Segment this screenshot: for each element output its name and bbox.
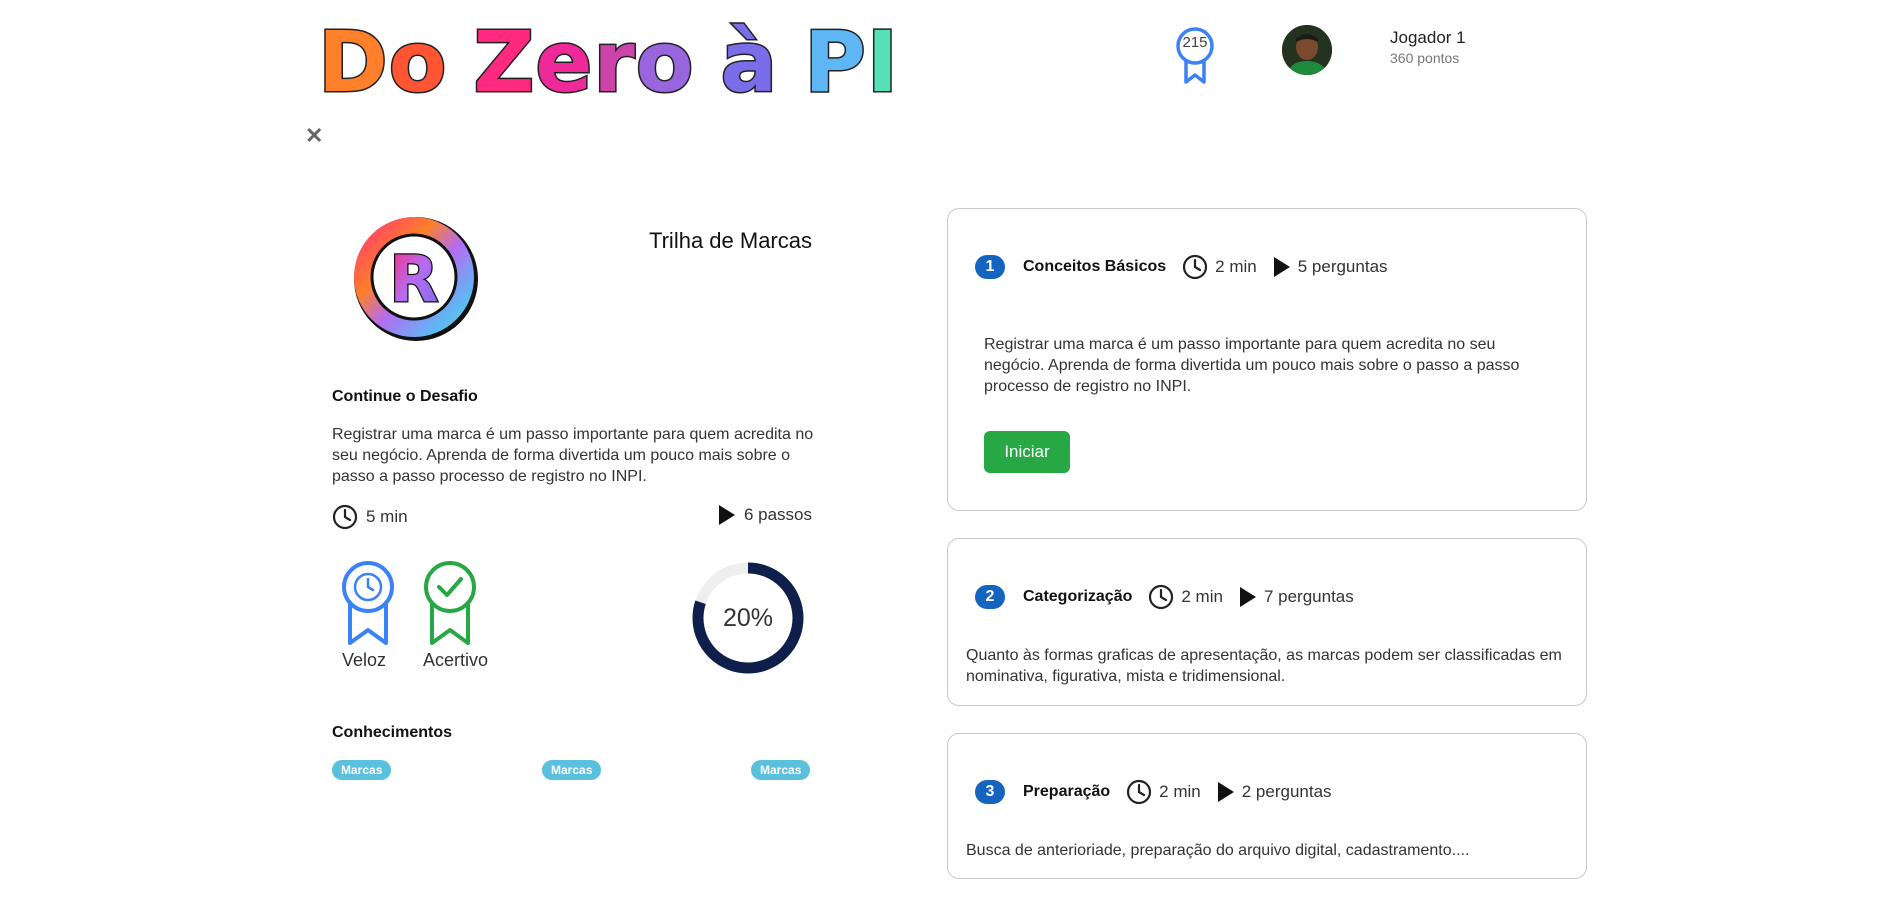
clock-icon xyxy=(332,504,358,530)
medal-acertivo[interactable] xyxy=(422,560,478,651)
close-icon[interactable]: ✕ xyxy=(305,125,323,147)
step-title: Conceitos Básicos xyxy=(1023,258,1167,275)
progress-label: 20% xyxy=(722,604,774,632)
step-questions-text: 2 perguntas xyxy=(1241,782,1332,801)
knowledge-tag[interactable]: Marcas xyxy=(542,760,602,780)
step-card-3[interactable]: 3 Preparação 2 min 2 perguntas Busca de … xyxy=(947,733,1587,879)
medal-veloz-label: Veloz xyxy=(342,650,387,670)
step-number-badge: 1 xyxy=(975,255,1005,279)
logo-letter: P xyxy=(803,13,868,111)
knowledge-heading: Conhecimentos xyxy=(332,724,453,741)
step-duration-text: 2 min xyxy=(1181,587,1223,606)
logo-letter: I xyxy=(865,13,900,111)
step-title: Categorização xyxy=(1023,588,1133,605)
clock-icon xyxy=(1149,584,1174,610)
step-questions-text: 7 perguntas xyxy=(1263,587,1354,606)
player-name[interactable]: Jogador 1 xyxy=(1390,28,1466,48)
logo-letter: o xyxy=(634,13,695,111)
step-duration-text: 2 min xyxy=(1159,782,1201,801)
step-duration-text: 2 min xyxy=(1215,257,1257,276)
step-number-badge: 2 xyxy=(975,585,1005,609)
badge-count: 215 xyxy=(1182,34,1208,51)
clock-icon xyxy=(1127,779,1152,805)
svg-text:R: R xyxy=(389,243,438,317)
step-description: Registrar uma marca é um passo important… xyxy=(984,336,1520,395)
trail-steps-text: 6 passos xyxy=(743,505,812,524)
step-questions: 7 perguntas xyxy=(1239,586,1354,608)
step-questions-text: 5 perguntas xyxy=(1297,257,1388,276)
check-medal-icon xyxy=(424,561,476,645)
logo-letter: r xyxy=(592,13,636,111)
step-duration: 2 min xyxy=(1126,779,1201,805)
step-number-badge: 3 xyxy=(975,780,1005,804)
step-questions: 2 perguntas xyxy=(1217,781,1332,803)
step-description: Quanto às formas graficas de apresentaçã… xyxy=(966,647,1562,685)
step-header: 1 Conceitos Básicos 2 min 5 perguntas xyxy=(975,253,1404,281)
trail-duration-text: 5 min xyxy=(366,507,408,526)
progress-ring: 20% xyxy=(690,560,806,676)
step-header: 2 Categorização 2 min 7 perguntas xyxy=(975,583,1370,611)
knowledge-tag[interactable]: Marcas xyxy=(751,760,811,780)
medal-acertivo-label: Acertivo xyxy=(423,650,489,670)
play-icon xyxy=(718,505,735,525)
trademark-logo: R xyxy=(348,208,484,350)
trail-duration: 5 min xyxy=(332,504,408,530)
step-title: Preparação xyxy=(1023,783,1111,800)
step-duration: 2 min xyxy=(1182,254,1257,280)
clock-icon xyxy=(1183,254,1208,280)
player-points: 360 pontos xyxy=(1390,50,1460,66)
logo-letter: à xyxy=(719,13,779,111)
trail-title: Trilha de Marcas xyxy=(648,228,812,253)
trail-meta: 5 min 6 passos xyxy=(332,504,812,534)
trail-description: Registrar uma marca é um passo important… xyxy=(332,426,814,485)
play-icon xyxy=(1217,782,1234,802)
avatar[interactable] xyxy=(1282,25,1332,75)
clock-medal-icon xyxy=(342,561,394,645)
start-button[interactable]: Iniciar xyxy=(984,431,1070,473)
app-logo[interactable]: DoZeroàPI xyxy=(317,13,900,111)
knowledge-tag[interactable]: Marcas xyxy=(332,760,392,780)
logo-letter: Z xyxy=(472,13,536,111)
step-questions: 5 perguntas xyxy=(1273,256,1388,278)
logo-letter: o xyxy=(387,13,448,111)
step-description: Busca de anterioriade, preparação do arq… xyxy=(966,842,1470,859)
step-duration: 2 min xyxy=(1148,584,1223,610)
play-icon xyxy=(1273,257,1290,277)
medal-veloz[interactable] xyxy=(340,560,396,651)
step-header: 3 Preparação 2 min 2 perguntas xyxy=(975,778,1348,806)
trail-steps: 6 passos xyxy=(718,504,812,526)
registered-trademark-icon: R xyxy=(354,217,478,341)
play-icon xyxy=(1239,587,1256,607)
logo-letter: D xyxy=(317,13,390,111)
step-card-2[interactable]: 2 Categorização 2 min 7 perguntas Quanto… xyxy=(947,538,1587,706)
award-badge: 215 xyxy=(1175,26,1215,84)
avatar-image xyxy=(1282,25,1332,75)
step-card-1[interactable]: 1 Conceitos Básicos 2 min 5 perguntas Re… xyxy=(947,208,1587,511)
logo-letter: e xyxy=(534,13,594,111)
continue-heading: Continue o Desafio xyxy=(332,388,478,405)
